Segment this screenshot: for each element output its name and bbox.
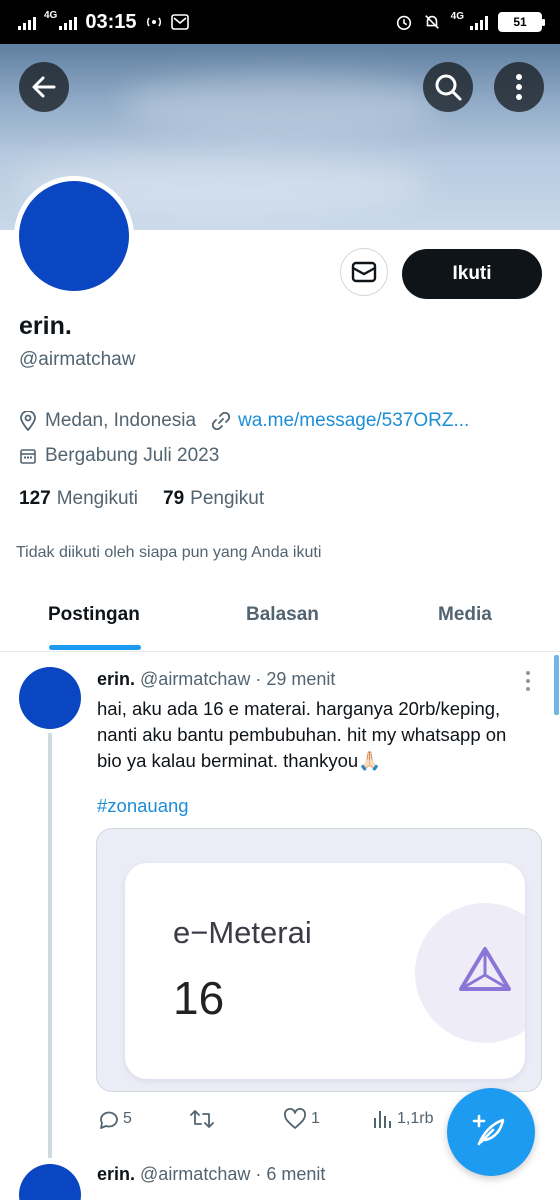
profile-meta-row: Medan, Indonesia wa.me/message/537ORZ...	[19, 410, 469, 432]
following-label: Mengikuti	[56, 488, 139, 509]
mail-icon	[351, 261, 377, 283]
compose-button[interactable]	[447, 1088, 535, 1176]
tweet-more-button[interactable]	[518, 668, 538, 694]
tweet-media-image[interactable]: e−Meterai 16	[96, 828, 542, 1092]
reply-count: 5	[123, 1110, 132, 1127]
alarm-icon	[395, 13, 413, 31]
signal-icon	[18, 14, 36, 30]
tweet-time[interactable]: · 29 menit	[255, 669, 335, 689]
gmail-icon	[170, 13, 189, 31]
tweet-time[interactable]: · 6 menit	[255, 1164, 325, 1184]
network-type: 4G	[44, 9, 58, 21]
tweet-author-handle[interactable]: @airmatchaw	[140, 1164, 250, 1184]
tweet-header: erin. @airmatchaw · 6 menit	[97, 1164, 325, 1185]
following-count: 127	[19, 488, 51, 509]
followed-by-note: Tidak diikuti oleh siapa pun yang Anda i…	[16, 544, 322, 561]
views-count: 1,1rb	[397, 1110, 434, 1127]
battery-icon: 51	[498, 12, 545, 32]
tweet-author-name[interactable]: erin.	[97, 1164, 135, 1184]
more-options-button[interactable]	[494, 62, 544, 112]
e-meterai-logo-icon	[459, 947, 511, 991]
calendar-icon	[19, 446, 39, 466]
tab-posts[interactable]: Postingan	[48, 604, 140, 626]
tweet-header: erin. @airmatchaw · 29 menit	[97, 669, 335, 690]
tweet-text-line: nanti aku bantu pembubuhan. hit my whats…	[97, 724, 507, 745]
profile-location: Medan, Indonesia	[45, 410, 197, 431]
status-bar: 4G 03:15 4G 51	[0, 0, 560, 44]
more-vertical-icon	[516, 74, 522, 100]
scrollbar[interactable]	[554, 655, 559, 715]
followers-label: Pengikut	[190, 488, 265, 509]
compose-feather-icon	[472, 1114, 505, 1146]
tweet-text: hai, aku ada 16 e materai. harganya 20rb…	[97, 696, 537, 774]
follow-stats: 127 Mengikuti 79 Pengikut	[19, 488, 264, 510]
views-chart-icon	[374, 1111, 391, 1128]
followers-stat[interactable]: 79 Pengikut	[163, 488, 264, 510]
like-count: 1	[311, 1110, 320, 1127]
tweet-author-handle[interactable]: @airmatchaw	[140, 669, 250, 689]
profile-avatar[interactable]	[14, 176, 134, 296]
thread-line	[48, 733, 52, 1158]
location-icon	[19, 411, 39, 431]
back-arrow-icon	[32, 76, 56, 98]
clock: 03:15	[85, 10, 137, 33]
more-vertical-icon	[526, 671, 530, 691]
search-button[interactable]	[423, 62, 473, 112]
follow-button[interactable]: Ikuti	[402, 249, 542, 299]
search-icon	[435, 74, 462, 101]
mute-icon	[423, 13, 441, 31]
like-button[interactable]: 1	[283, 1108, 320, 1130]
e-meterai-card: e−Meterai 16	[125, 863, 525, 1079]
reply-button[interactable]: 5	[97, 1108, 132, 1130]
hotspot-icon	[145, 13, 163, 31]
reply-icon	[100, 1111, 118, 1129]
active-tab-indicator	[49, 645, 141, 650]
tweet-hashtag[interactable]: #zonauang	[97, 795, 189, 817]
media-title: e−Meterai	[173, 915, 312, 950]
tweet-avatar[interactable]	[19, 667, 81, 729]
profile-joined: Bergabung Juli 2023	[45, 445, 220, 466]
profile-link[interactable]: wa.me/message/537ORZ...	[238, 410, 469, 432]
tweet-text-line: hai, aku ada 16 e materai. harganya 20rb…	[97, 698, 501, 719]
tab-replies[interactable]: Balasan	[246, 604, 319, 626]
back-button[interactable]	[19, 62, 69, 112]
following-stat[interactable]: 127 Mengikuti	[19, 488, 138, 510]
joined-row: Bergabung Juli 2023	[19, 445, 219, 467]
signal-icon-2	[59, 14, 78, 30]
profile-handle: @airmatchaw	[19, 349, 136, 370]
tweet-author-name[interactable]: erin.	[97, 669, 135, 689]
repost-icon	[190, 1110, 214, 1128]
signal-icon-right	[470, 14, 488, 30]
heart-icon	[284, 1108, 306, 1129]
tweet-text-line: bio ya kalau berminat. thankyou🙏🏻	[97, 750, 382, 771]
views-button[interactable]: 1,1rb	[371, 1108, 433, 1130]
followers-count: 79	[163, 488, 185, 509]
profile-name: erin.	[19, 312, 72, 340]
tab-media[interactable]: Media	[438, 604, 492, 626]
profile-tabs: Postingan Balasan Media	[0, 596, 560, 652]
tweet-avatar[interactable]	[19, 1164, 81, 1200]
repost-button[interactable]	[189, 1108, 219, 1130]
media-number: 16	[173, 972, 225, 1024]
tweet-actions: 5 1 1,1rb	[97, 1108, 437, 1136]
message-button[interactable]	[340, 248, 388, 296]
network-type-right: 4G	[450, 10, 464, 22]
link-icon	[212, 411, 232, 431]
